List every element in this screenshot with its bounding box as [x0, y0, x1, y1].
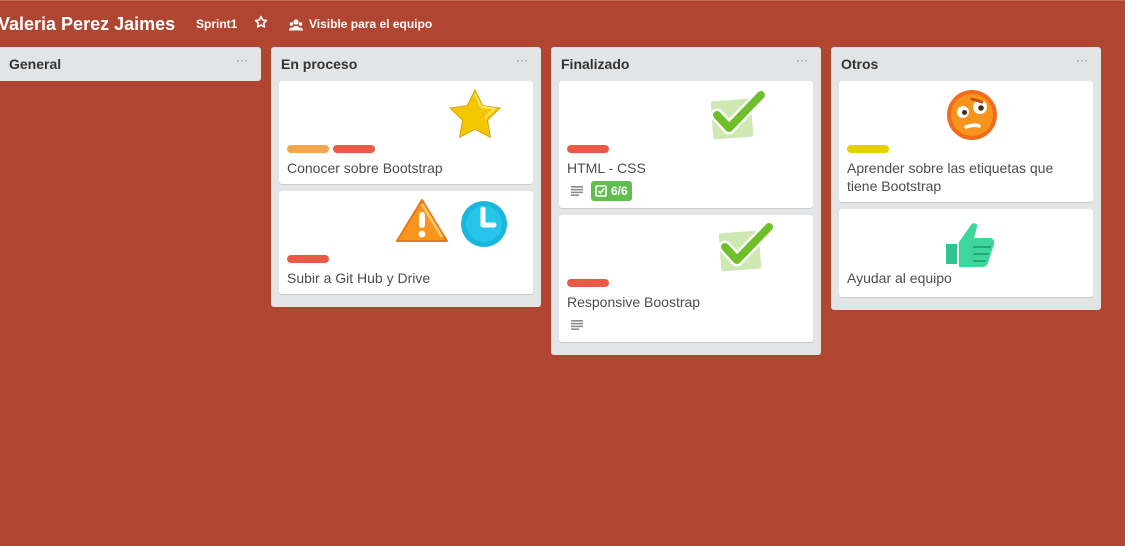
card-stickers	[559, 85, 813, 145]
list-title[interactable]: En proceso	[281, 56, 357, 72]
board-header: Valeria Perez Jaimes Sprint1 Visible par…	[0, 0, 1125, 46]
list-title[interactable]: Finalizado	[561, 56, 629, 72]
list-header: En proceso ···	[279, 47, 533, 81]
card-stickers	[559, 219, 813, 279]
card-stickers	[279, 85, 533, 145]
star-board-button[interactable]	[254, 15, 270, 33]
list-otros: Otros ··· Aprender sobre las etiquetas q…	[831, 47, 1101, 310]
list-header: Otros ···	[839, 47, 1093, 81]
list-general: General ···	[0, 47, 261, 81]
label-orange	[287, 145, 329, 153]
warning-sticker-icon	[392, 195, 452, 246]
checklist-count: 6/6	[611, 184, 628, 198]
card-stickers	[839, 85, 1093, 145]
list-en-proceso: En proceso ··· Conocer sobre Bootstrap S…	[271, 47, 541, 307]
card[interactable]: Conocer sobre Bootstrap	[279, 81, 533, 184]
card[interactable]: Responsive Boostrap	[559, 215, 813, 342]
check-sticker-icon	[715, 221, 776, 275]
list-header: Finalizado ···	[559, 47, 813, 81]
card-badges: 6/6	[567, 180, 805, 202]
star-icon	[254, 15, 268, 28]
checklist-badge: 6/6	[591, 181, 632, 201]
list-title[interactable]: Otros	[841, 56, 878, 72]
list-title[interactable]: General	[9, 56, 61, 72]
clock-sticker-icon	[457, 197, 511, 251]
card[interactable]: Ayudar al equipo	[839, 209, 1093, 297]
card-title: HTML - CSS	[567, 160, 646, 176]
card-title: Conocer sobre Bootstrap	[287, 160, 443, 176]
card-title: Subir a Git Hub y Drive	[287, 270, 431, 286]
card[interactable]: Subir a Git Hub y Drive	[279, 191, 533, 294]
list-menu-button[interactable]: ···	[513, 53, 531, 69]
visibility-label: Visible para el equipo	[309, 17, 433, 31]
team-icon	[289, 19, 303, 31]
check-sticker-icon	[707, 89, 768, 143]
card-stickers	[839, 213, 1093, 273]
visibility-button[interactable]: Visible para el equipo	[289, 16, 432, 32]
thumbs-up-sticker-icon	[941, 217, 1000, 272]
card-stickers	[279, 195, 533, 255]
sprint-button[interactable]: Sprint1	[196, 16, 237, 32]
label-red	[567, 145, 609, 153]
label-yellow	[847, 145, 889, 153]
list-menu-button[interactable]: ···	[233, 53, 251, 69]
card-title: Responsive Boostrap	[567, 294, 701, 310]
star-sticker-icon	[445, 85, 505, 142]
confused-face-sticker-icon	[943, 86, 1001, 144]
board-title[interactable]: Valeria Perez Jaimes	[0, 13, 175, 35]
card-badges	[567, 314, 805, 336]
card-title: Ayudar al equipo	[847, 270, 952, 286]
list-finalizado: Finalizado ··· HTML - CSS 6/6 Responsive…	[551, 47, 821, 355]
description-icon	[571, 320, 583, 330]
list-menu-button[interactable]: ···	[793, 53, 811, 69]
card-title: Aprender sobre las etiquetas que tiene B…	[847, 160, 1054, 194]
label-red	[567, 279, 609, 287]
card[interactable]: HTML - CSS 6/6	[559, 81, 813, 208]
description-icon	[571, 186, 583, 196]
card[interactable]: Aprender sobre las etiquetas que tiene B…	[839, 81, 1093, 202]
label-red	[333, 145, 375, 153]
label-red	[287, 255, 329, 263]
list-menu-button[interactable]: ···	[1073, 53, 1091, 69]
checkbox-icon	[595, 185, 607, 197]
list-header: General ···	[0, 47, 253, 81]
